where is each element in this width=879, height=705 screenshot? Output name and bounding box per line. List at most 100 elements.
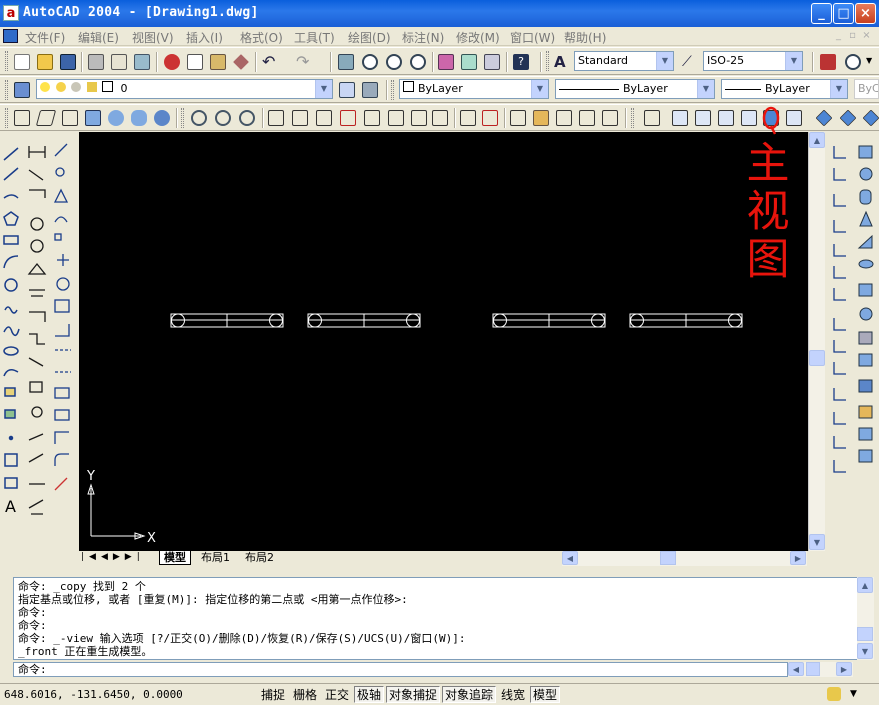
chevron-down-icon[interactable]: ▼ — [785, 52, 802, 70]
drawing-canvas[interactable]: Y X — [79, 132, 808, 551]
menu-insert[interactable]: 插入(I) — [186, 29, 223, 46]
subtract-icon[interactable] — [482, 110, 498, 126]
zoom-previous-icon[interactable] — [410, 54, 426, 70]
document-icon[interactable] — [3, 29, 18, 43]
free-orbit-icon[interactable] — [239, 110, 255, 126]
toolbar-grip[interactable] — [5, 108, 8, 128]
command-hscroll-thumb[interactable] — [806, 662, 820, 676]
chevron-down-icon[interactable]: ▼ — [656, 52, 673, 70]
sw-iso-view-icon[interactable] — [815, 109, 833, 127]
vertical-scroll-thumb[interactable] — [809, 350, 825, 366]
layer-previous-icon[interactable] — [362, 82, 378, 98]
wedge-surface-icon[interactable] — [35, 110, 57, 126]
chevron-down-icon[interactable]: ▼ — [531, 80, 548, 98]
continuous-orbit-icon[interactable] — [215, 110, 231, 126]
layer-select[interactable]: 0 ▼ — [36, 79, 333, 99]
render-icon[interactable] — [602, 110, 618, 126]
lineweight-select[interactable]: ByLayer ▼ — [721, 79, 848, 99]
chevron-down-icon[interactable]: ▼ — [315, 80, 332, 98]
menu-tools[interactable]: 工具(T) — [294, 29, 335, 46]
menu-draw[interactable]: 绘图(D) — [348, 29, 391, 46]
print-preview-icon[interactable] — [111, 54, 127, 70]
se-iso-view-icon[interactable] — [839, 109, 857, 127]
extrude-icon[interactable] — [268, 110, 284, 126]
sphere-surface-icon[interactable] — [108, 110, 124, 126]
interfere-icon[interactable] — [364, 110, 380, 126]
horizontal-scroll-thumb[interactable] — [660, 551, 676, 565]
tool-palettes-icon[interactable] — [484, 54, 500, 70]
chevron-down-icon[interactable]: ▼ — [830, 80, 847, 98]
properties-icon[interactable] — [438, 54, 454, 70]
zoom-realtime-icon[interactable] — [362, 54, 378, 70]
copy-icon[interactable] — [187, 54, 203, 70]
design-center-icon[interactable] — [461, 54, 477, 70]
lineweight-toggle[interactable]: 线宽 — [498, 686, 528, 703]
vertical-scrollbar[interactable]: ▲ ▼ — [808, 132, 825, 551]
toolbar-grip[interactable] — [5, 51, 8, 71]
menu-modify[interactable]: 修改(M) — [456, 29, 500, 46]
command-hscroll[interactable]: ◀ ▶ — [788, 662, 853, 677]
toolbar-grip[interactable] — [631, 108, 634, 128]
osnap-toggle[interactable]: 对象捕捉 — [386, 686, 441, 703]
orbit-icon[interactable] — [191, 110, 207, 126]
menu-format[interactable]: 格式(O) — [240, 29, 283, 46]
horizontal-scrollbar[interactable]: ◀ ▶ — [562, 551, 807, 566]
menu-file[interactable]: 文件(F) — [25, 29, 65, 46]
setup-view-icon[interactable] — [411, 110, 427, 126]
menu-help[interactable]: 帮助(H) — [564, 29, 606, 46]
chevron-down-icon[interactable]: ▼ — [850, 689, 857, 699]
scroll-up-icon[interactable]: ▲ — [857, 577, 873, 593]
torus-surface-icon[interactable] — [154, 110, 170, 126]
scroll-right-icon[interactable]: ▶ — [836, 662, 852, 676]
setup-profile-icon[interactable] — [432, 110, 448, 126]
plotstyle-select[interactable]: ByCo — [854, 79, 879, 99]
ortho-toggle[interactable]: 正交 — [322, 686, 352, 703]
slice-icon[interactable] — [316, 110, 332, 126]
publish-icon[interactable] — [134, 54, 150, 70]
hidden-shade-icon[interactable] — [533, 110, 549, 126]
zoom-icon[interactable] — [845, 54, 861, 70]
cone-surface-icon[interactable] — [85, 110, 101, 126]
section-icon[interactable] — [340, 110, 356, 126]
make-object-layer-current-icon[interactable] — [339, 82, 355, 98]
command-scroll-thumb[interactable] — [857, 627, 873, 641]
text-style-select[interactable]: Standard ▼ — [574, 51, 674, 71]
match-properties-icon[interactable] — [233, 54, 249, 70]
union-icon[interactable] — [460, 110, 476, 126]
open-icon[interactable] — [37, 54, 53, 70]
named-views-icon[interactable] — [644, 110, 660, 126]
doc-restore-icon[interactable]: ▫ — [846, 30, 859, 42]
pyramid-icon[interactable] — [62, 110, 78, 126]
minimize-button[interactable]: _ — [811, 3, 832, 24]
scroll-up-icon[interactable]: ▲ — [809, 132, 825, 148]
toolbar-grip[interactable] — [391, 80, 394, 100]
menu-dimension[interactable]: 标注(N) — [402, 29, 444, 46]
help-icon[interactable]: ? — [513, 54, 529, 70]
grid-toggle[interactable]: 栅格 — [290, 686, 320, 703]
menu-view[interactable]: 视图(V) — [132, 29, 174, 46]
gouraud-shaded-icon[interactable] — [579, 110, 595, 126]
toolbar-grip[interactable] — [181, 108, 184, 128]
realtime-pan-icon[interactable] — [338, 54, 354, 70]
menu-window[interactable]: 窗口(W) — [510, 29, 555, 46]
menu-edit[interactable]: 编辑(E) — [78, 29, 119, 46]
close-button[interactable]: × — [855, 3, 876, 24]
dim-style-icon[interactable]: ⟋ — [682, 54, 698, 70]
chevron-down-icon[interactable]: ▼ — [866, 56, 872, 65]
doc-minimize-icon[interactable]: _ — [832, 30, 845, 42]
toolbar-grip[interactable] — [5, 80, 8, 100]
tab-layout1[interactable]: 布局1 — [197, 551, 234, 565]
box-surface-icon[interactable] — [14, 110, 30, 126]
ne-iso-view-icon[interactable] — [862, 109, 879, 127]
new-icon[interactable] — [14, 54, 30, 70]
tab-model[interactable]: 模型 — [159, 551, 191, 565]
command-input[interactable]: 命令: — [13, 662, 788, 677]
3d-wireframe-icon[interactable] — [510, 110, 526, 126]
setup-drawing-icon[interactable] — [388, 110, 404, 126]
command-history[interactable]: 命令: _copy 找到 2 个指定基点或位移, 或者 [重复(M)]: 指定位… — [13, 577, 858, 660]
doc-close-icon[interactable]: × — [860, 30, 873, 42]
snap-toggle[interactable]: 捕捉 — [258, 686, 288, 703]
bottom-view-icon[interactable] — [695, 110, 711, 126]
text-style-icon[interactable]: A — [554, 54, 570, 70]
dim-style-select[interactable]: ISO-25 ▼ — [703, 51, 803, 71]
